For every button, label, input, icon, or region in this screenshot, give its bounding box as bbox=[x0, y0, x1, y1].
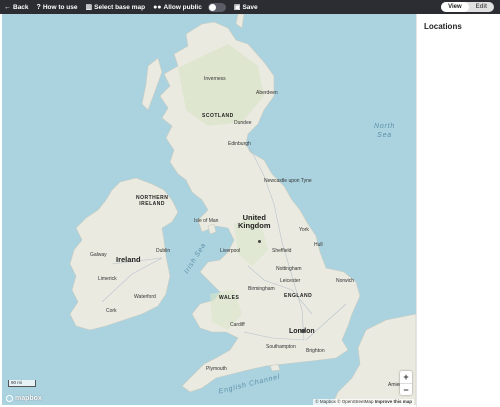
shetland-shape bbox=[235, 14, 245, 29]
northern-ireland-line2: IRELAND bbox=[139, 201, 166, 207]
uk-label: United Kingdom bbox=[238, 214, 271, 230]
city-cork: Cork bbox=[106, 308, 117, 314]
city-cardiff: Cardiff bbox=[230, 322, 245, 328]
city-norwich: Norwich bbox=[336, 278, 355, 284]
mapbox-logo-icon bbox=[6, 395, 13, 402]
save-button[interactable]: ▣ Save bbox=[230, 0, 262, 14]
allow-public-label: Allow public bbox=[163, 3, 202, 11]
save-icon: ▣ bbox=[233, 3, 241, 11]
map-canvas[interactable]: North Sea Irish Sea English Channel Unit… bbox=[2, 14, 416, 405]
north-sea-label: North Sea bbox=[374, 122, 395, 140]
view-button[interactable]: View bbox=[441, 2, 469, 12]
city-aberdeen: Aberdeen bbox=[256, 90, 278, 96]
map-attribution: © Mapbox © OpenStreetMap Improve this ma… bbox=[313, 399, 414, 405]
london-dot bbox=[301, 329, 305, 333]
ireland-label: Ireland bbox=[116, 255, 141, 264]
how-to-use-button[interactable]: ? How to use bbox=[33, 0, 82, 14]
map-landmass bbox=[69, 14, 416, 405]
users-icon: ●● bbox=[153, 3, 162, 11]
wales-label: WALES bbox=[219, 295, 240, 301]
attribution-mapbox-link[interactable]: © Mapbox bbox=[315, 399, 336, 404]
zoom-out-button[interactable]: − bbox=[400, 383, 412, 395]
city-southampton: Southampton bbox=[266, 344, 296, 350]
save-label: Save bbox=[242, 3, 258, 11]
city-sheffield: Sheffield bbox=[272, 248, 292, 254]
top-toolbar: ← Back ? How to use ▥ Select base map ●●… bbox=[0, 0, 500, 14]
city-nottingham: Nottingham bbox=[276, 266, 302, 272]
mapbox-logo-text: mapbox bbox=[15, 395, 42, 402]
zoom-control: + − bbox=[400, 371, 412, 395]
back-button[interactable]: ← Back bbox=[0, 0, 33, 14]
attribution-osm-link[interactable]: © OpenStreetMap bbox=[337, 399, 373, 404]
city-waterford: Waterford bbox=[134, 294, 156, 300]
city-liverpool: Liverpool bbox=[220, 248, 241, 254]
allow-public-control[interactable]: ●● Allow public bbox=[149, 0, 230, 14]
city-inverness: Inverness bbox=[204, 76, 226, 82]
england-label: ENGLAND bbox=[284, 293, 313, 299]
back-label: Back bbox=[13, 3, 29, 11]
uk-dot bbox=[258, 240, 261, 243]
zoom-in-button[interactable]: + bbox=[400, 371, 412, 383]
city-brighton: Brighton bbox=[306, 348, 325, 354]
locations-title: Locations bbox=[424, 22, 462, 31]
city-limerick: Limerick bbox=[98, 276, 117, 282]
mapbox-logo[interactable]: mapbox bbox=[6, 395, 42, 402]
how-to-use-label: How to use bbox=[42, 3, 78, 11]
map-icon: ▥ bbox=[85, 3, 93, 11]
outer-hebrides-shape bbox=[141, 57, 163, 111]
city-galway: Galway bbox=[90, 252, 107, 258]
select-base-map-label: Select base map bbox=[94, 3, 146, 11]
allow-public-toggle[interactable] bbox=[207, 2, 226, 12]
scale-bar: 90 mi bbox=[8, 380, 36, 387]
toggle-knob bbox=[208, 3, 216, 11]
city-dundee: Dundee bbox=[234, 120, 252, 126]
city-dublin: Dublin bbox=[156, 248, 171, 254]
north-sea-line1: North bbox=[374, 123, 396, 130]
city-york: York bbox=[299, 227, 309, 233]
select-base-map-button[interactable]: ▥ Select base map bbox=[82, 0, 150, 14]
northern-ireland-label: NORTHERN IRELAND bbox=[136, 195, 168, 207]
north-sea-line2: Sea bbox=[377, 132, 392, 139]
scotland-label: SCOTLAND bbox=[202, 113, 234, 119]
view-edit-switch: View Edit bbox=[441, 2, 494, 12]
city-isle-of-man: Isle of Man bbox=[194, 218, 219, 224]
city-birmingham: Birmingham bbox=[248, 286, 275, 292]
edit-button[interactable]: Edit bbox=[469, 2, 494, 12]
city-hull: Hull bbox=[314, 242, 323, 248]
question-icon: ? bbox=[36, 3, 41, 11]
city-plymouth: Plymouth bbox=[206, 366, 227, 372]
attribution-improve-link[interactable]: Improve this map bbox=[375, 399, 412, 404]
city-newcastle: Newcastle upon Tyne bbox=[264, 178, 312, 184]
city-leicester: Leicester bbox=[280, 278, 301, 284]
arrow-left-icon: ← bbox=[4, 3, 11, 11]
locations-panel: Locations bbox=[416, 14, 500, 407]
city-edinburgh: Edinburgh bbox=[228, 141, 251, 147]
uk-label-line2: Kingdom bbox=[238, 221, 271, 230]
